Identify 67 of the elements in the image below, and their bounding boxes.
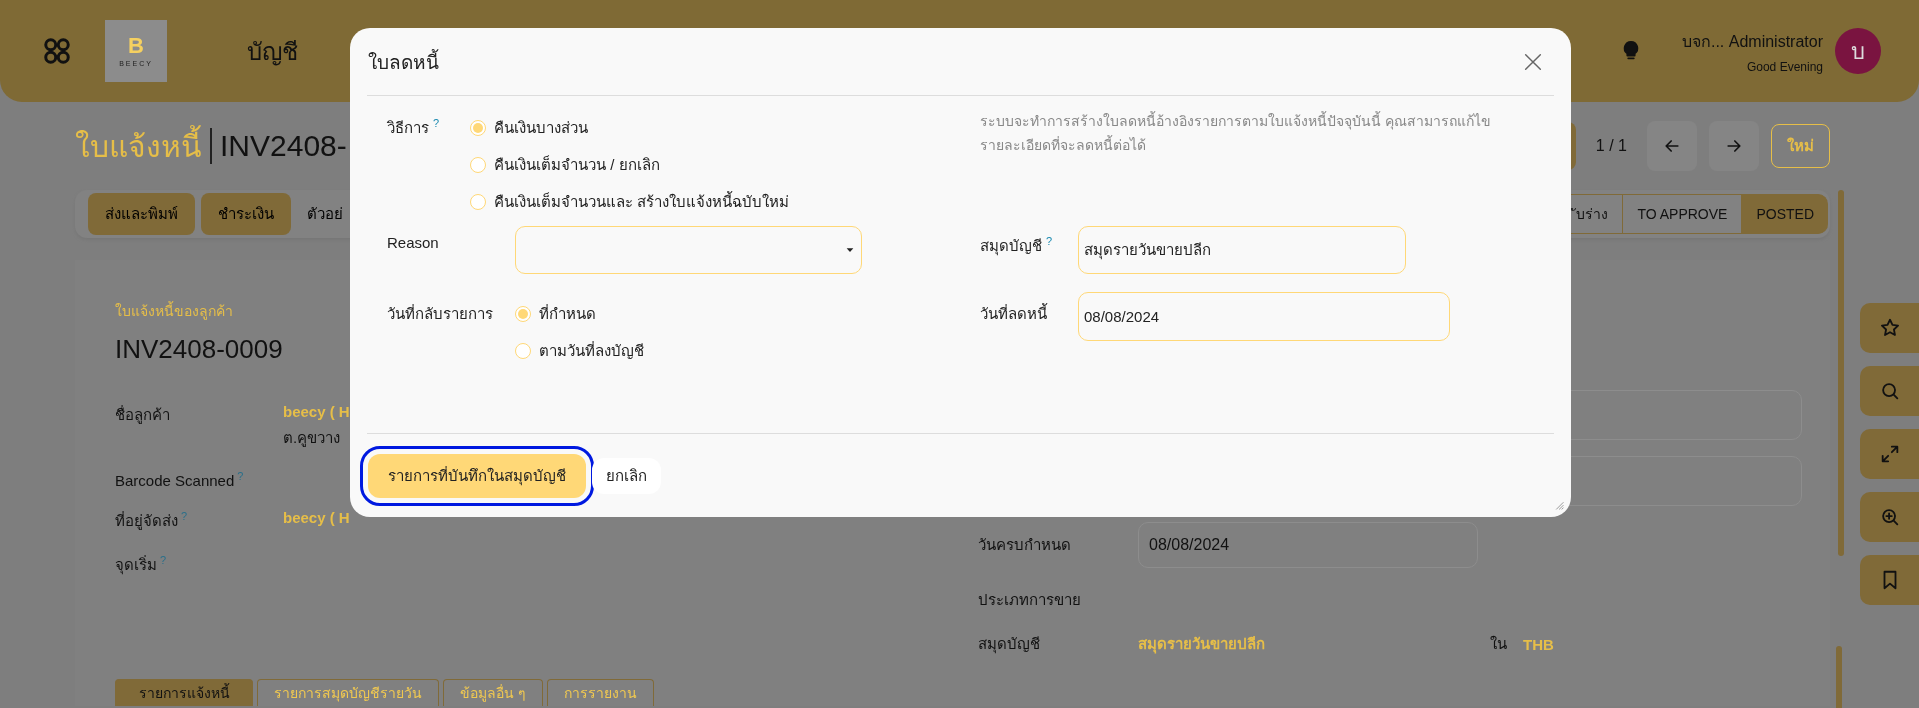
radio-label: คืนเงินเต็มจำนวน / ยกเลิก bbox=[494, 154, 660, 175]
zoom-in-button[interactable] bbox=[1860, 492, 1919, 542]
tab[interactable]: ข้อมูลอื่น ๆ bbox=[443, 679, 543, 706]
journal-link[interactable]: สมุดรายวันขายปลีก bbox=[1138, 632, 1478, 656]
field-label: วันที่กลับรายการ bbox=[387, 303, 494, 324]
previous-button[interactable] bbox=[1647, 121, 1697, 171]
invoice-number: INV2408-0009 bbox=[115, 334, 283, 365]
tab[interactable]: รายการสมุดบัญชีรายวัน bbox=[257, 679, 439, 706]
next-button[interactable] bbox=[1709, 121, 1759, 171]
tab[interactable]: รายการแจ้งหนี้ bbox=[115, 679, 253, 706]
radio-button[interactable] bbox=[515, 342, 531, 359]
record-counter: 1 / 1 bbox=[1595, 137, 1627, 155]
customer-link[interactable]: beecy ( H bbox=[283, 403, 350, 420]
description-text: ระบบจะทำการสร้างใบลดหนี้อ้างอิงรายการตามใบแจ้งหนี้ปัจจุบันนี้ คุณสามารถแก้ไขรายละเอียดที่จะลดหนี้ต่อได้ bbox=[980, 110, 1492, 155]
user-name: บจก... Administrator bbox=[1681, 31, 1823, 52]
field-label: Barcode Scanned $^{?}$ bbox=[115, 470, 245, 489]
customer-link[interactable]: beecy ( H bbox=[283, 509, 350, 526]
caret-down-icon bbox=[845, 245, 855, 255]
expand-icon bbox=[1879, 443, 1901, 465]
breadcrumb-link[interactable]: ใบแจ้งหนี้ bbox=[75, 122, 202, 170]
radio-label: คืนเงินเต็มจำนวนและ สร้างใบแจ้งหนี้ฉบับใหม่ bbox=[494, 190, 790, 212]
search-icon bbox=[1879, 380, 1901, 402]
search-button[interactable] bbox=[1860, 366, 1919, 416]
field-label: สมุดบัญชี $^{?}$ bbox=[980, 234, 1054, 258]
field-label: วิธีการ $^{?}$ bbox=[387, 116, 441, 138]
field-label: ประเภทการขาย bbox=[978, 590, 1082, 610]
date-field[interactable]: 08/08/2024 bbox=[1138, 522, 1478, 568]
field-label: Reason bbox=[387, 234, 440, 251]
radio-button[interactable] bbox=[515, 305, 531, 322]
zoom-in-icon bbox=[1879, 506, 1901, 528]
radio-button[interactable] bbox=[470, 119, 486, 136]
action-button[interactable]: ตัวอย่ bbox=[297, 193, 353, 235]
radio-label: ตามวันที่ลงบัญชี bbox=[539, 340, 644, 361]
field-label: จุดเริ่ม $^{?}$ bbox=[115, 553, 168, 577]
resize-grip-icon bbox=[1554, 500, 1564, 510]
expand-button[interactable] bbox=[1860, 429, 1919, 479]
field-label: สมุดบัญชี bbox=[978, 634, 1041, 656]
star-button[interactable] bbox=[1860, 303, 1919, 353]
user-avatar[interactable]: บ bbox=[1835, 28, 1881, 74]
reason-select[interactable] bbox=[515, 226, 862, 274]
action-button[interactable]: ชำระเงิน bbox=[201, 193, 291, 235]
apps-grid-icon[interactable] bbox=[42, 36, 72, 66]
star-icon bbox=[1879, 317, 1901, 339]
radio-button[interactable] bbox=[470, 193, 486, 210]
new-button[interactable]: ใหม่ bbox=[1771, 124, 1830, 168]
radio-label: คืนเงินบางส่วน bbox=[494, 117, 588, 138]
record-title: INV2408- bbox=[220, 129, 347, 163]
field-label: ชื่อลูกค้า bbox=[115, 404, 171, 426]
form-subtitle: ใบแจ้งหนี้ของลูกค้า bbox=[115, 300, 233, 322]
date-field[interactable]: 08/08/2024 bbox=[1078, 292, 1450, 341]
field-label: ที่อยู่จัดส่ง $^{?}$ bbox=[115, 509, 189, 532]
greeting-text: Good Evening bbox=[1746, 59, 1823, 74]
journal-field[interactable]: สมุดรายวันขายปลีก bbox=[1078, 226, 1406, 274]
address-text: ต.คูขวาง bbox=[283, 428, 342, 449]
bookmark-button[interactable] bbox=[1860, 555, 1919, 605]
cancel-button[interactable]: ยกเลิก bbox=[592, 457, 661, 494]
field-label: วันครบกำหนด bbox=[978, 535, 1072, 555]
status-step: POSTED bbox=[1741, 194, 1828, 234]
currency-link[interactable]: THB bbox=[1523, 635, 1554, 653]
field-label: วันที่ลดหนี้ bbox=[980, 302, 1049, 324]
radio-label: ที่กำหนด bbox=[539, 303, 596, 324]
app-title: บัญชี bbox=[247, 36, 298, 68]
action-button[interactable]: ส่งและพิมพ์ bbox=[88, 193, 195, 235]
tab[interactable]: การรายงาน bbox=[546, 679, 654, 706]
currency-label: ใน bbox=[1490, 634, 1507, 654]
dialog-title: ใบลดหนี้ bbox=[368, 48, 439, 75]
radio-button[interactable] bbox=[470, 156, 486, 173]
